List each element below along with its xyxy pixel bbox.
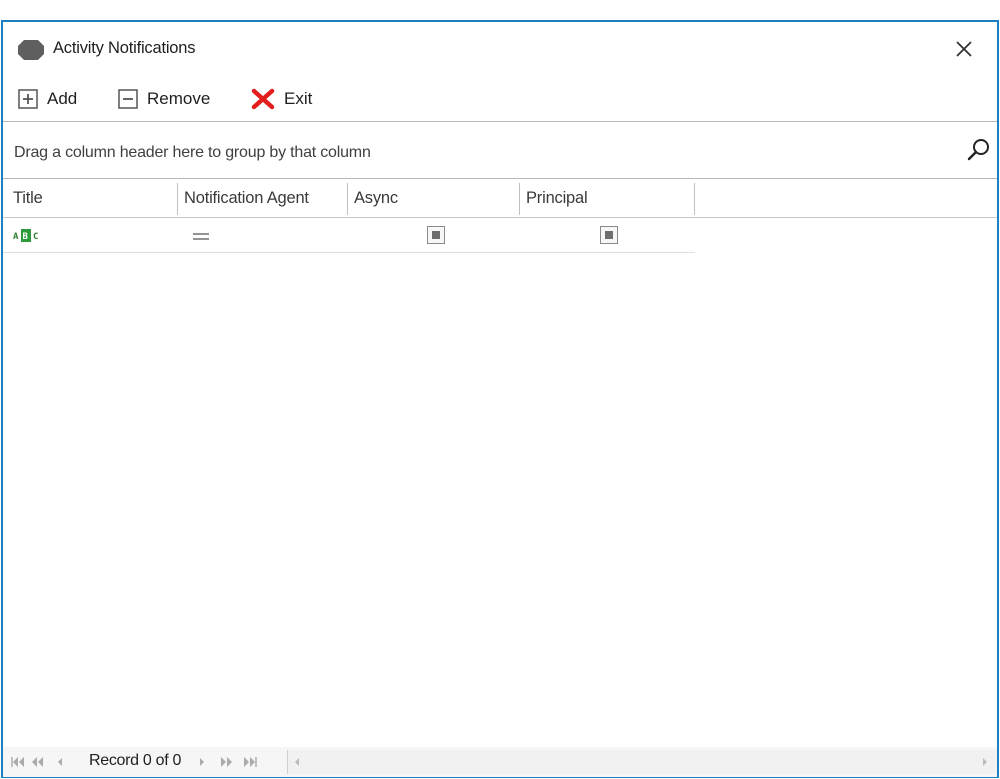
plus-box-icon [18, 89, 38, 109]
column-header-principal[interactable]: Principal [526, 179, 588, 217]
minus-box-icon [118, 89, 138, 109]
first-record-icon[interactable] [11, 756, 25, 768]
principal-checkbox[interactable] [600, 226, 618, 244]
horizontal-scrollbar[interactable] [287, 750, 996, 774]
red-x-icon [251, 88, 275, 110]
close-icon[interactable] [951, 36, 977, 62]
svg-text:A: A [13, 232, 19, 242]
column-divider[interactable] [694, 183, 695, 215]
previous-record-icon[interactable] [55, 756, 65, 768]
record-navigator: Record 0 of 0 [3, 747, 997, 777]
scroll-right-icon[interactable] [980, 756, 990, 768]
octagon-icon [18, 40, 44, 60]
new-item-row[interactable]: A B C [3, 218, 695, 253]
search-icon[interactable] [965, 136, 993, 164]
notifications-grid: Drag a column header here to group by th… [3, 121, 997, 777]
window-title: Activity Notifications [53, 39, 196, 57]
scroll-left-icon[interactable] [292, 756, 302, 768]
group-by-panel[interactable]: Drag a column header here to group by th… [3, 122, 997, 179]
exit-button[interactable]: Exit [251, 86, 312, 112]
title-bar: Activity Notifications [3, 22, 997, 76]
next-page-icon[interactable] [219, 756, 233, 768]
group-panel-text: Drag a column header here to group by th… [14, 144, 371, 161]
column-header-async[interactable]: Async [354, 179, 398, 217]
next-record-icon[interactable] [197, 756, 207, 768]
svg-text:C: C [33, 232, 38, 242]
column-header-row: Title Notification Agent Async Principal [3, 179, 997, 218]
remove-button[interactable]: Remove [118, 86, 210, 112]
last-record-icon[interactable] [243, 756, 257, 768]
column-header-notification-agent[interactable]: Notification Agent [184, 179, 309, 217]
column-divider[interactable] [177, 183, 178, 215]
svg-text:B: B [23, 232, 29, 242]
async-checkbox[interactable] [427, 226, 445, 244]
column-divider[interactable] [519, 183, 520, 215]
previous-page-icon[interactable] [31, 756, 45, 768]
add-button[interactable]: Add [18, 86, 77, 112]
toolbar: Add Remove Exit [3, 82, 997, 116]
activity-notifications-window: Activity Notifications Add Remove Exit D… [1, 20, 999, 778]
remove-button-label: Remove [147, 89, 211, 108]
add-button-label: Add [47, 89, 78, 108]
column-divider[interactable] [347, 183, 348, 215]
equals-icon [193, 233, 209, 240]
column-header-title[interactable]: Title [13, 179, 43, 217]
exit-button-label: Exit [284, 89, 313, 108]
record-counter: Record 0 of 0 [89, 752, 182, 769]
abc-text-icon: A B C [13, 229, 38, 242]
